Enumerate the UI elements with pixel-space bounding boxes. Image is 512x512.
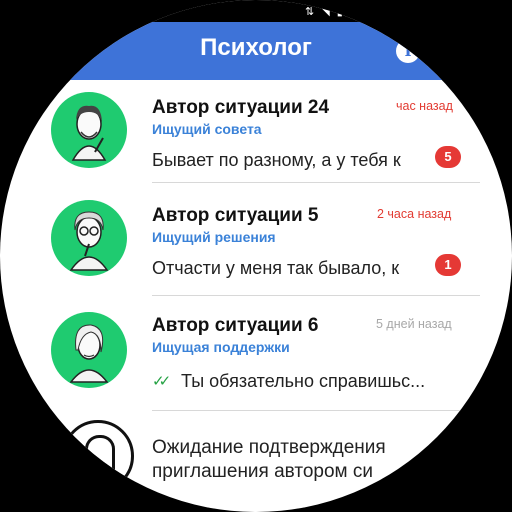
pending-text-line2: приглашения автором си: [152, 461, 374, 482]
woman-avatar: [51, 312, 127, 388]
pending-text-line1: Ожидание подтверждения: [152, 437, 386, 458]
chat-role: Ищущая поддержки: [152, 339, 290, 355]
divider: [152, 182, 480, 183]
man-portrait-avatar: [51, 92, 127, 168]
chat-item[interactable]: Автор ситуации 6 5 дней назад Ищущая под…: [0, 298, 512, 410]
chat-message: Бывает по разному, а у тебя к: [152, 150, 401, 170]
divider: [152, 410, 480, 411]
woman-glasses-avatar: [51, 200, 127, 276]
pending-icon-shape: [85, 435, 115, 472]
page-title: Психолог: [200, 34, 312, 61]
double-check-icon: ✓✓: [152, 373, 171, 390]
pending-invitation-text[interactable]: Ожидание подтверждения приглашения автор…: [152, 436, 412, 484]
info-icon[interactable]: i: [396, 39, 420, 63]
chat-time: час назад: [396, 99, 453, 113]
chat-role: Ищущий решения: [152, 229, 276, 245]
pending-icon: [62, 420, 134, 492]
divider: [152, 295, 480, 296]
chat-role: Ищущий совета: [152, 121, 262, 137]
app-bar: Психолог i: [0, 22, 512, 80]
chat-message: Отчасти у меня так бывало, к: [152, 258, 400, 278]
unread-badge: 1: [435, 254, 461, 276]
chat-time: 2 часа назад: [377, 207, 452, 221]
chat-time: 5 дней назад: [376, 317, 452, 331]
status-bar: ⇅ ◥ ▮: [0, 0, 512, 22]
chat-item[interactable]: Автор ситуации 24 час назад Ищущий совет…: [0, 80, 512, 192]
chat-name: Автор ситуации 24: [152, 97, 330, 118]
unread-badge: 5: [435, 146, 461, 168]
status-icons: ⇅ ◥ ▮: [305, 6, 345, 18]
chat-name: Автор ситуации 5: [152, 205, 319, 226]
chat-item[interactable]: Автор ситуации 5 2 часа назад Ищущий реш…: [0, 188, 512, 300]
chat-message: Ты обязательно справишьс...: [181, 371, 426, 391]
chat-name: Автор ситуации 6: [152, 315, 319, 336]
watch-screen: ⇅ ◥ ▮ Психолог i Автор ситуации 24 час н…: [0, 0, 512, 512]
